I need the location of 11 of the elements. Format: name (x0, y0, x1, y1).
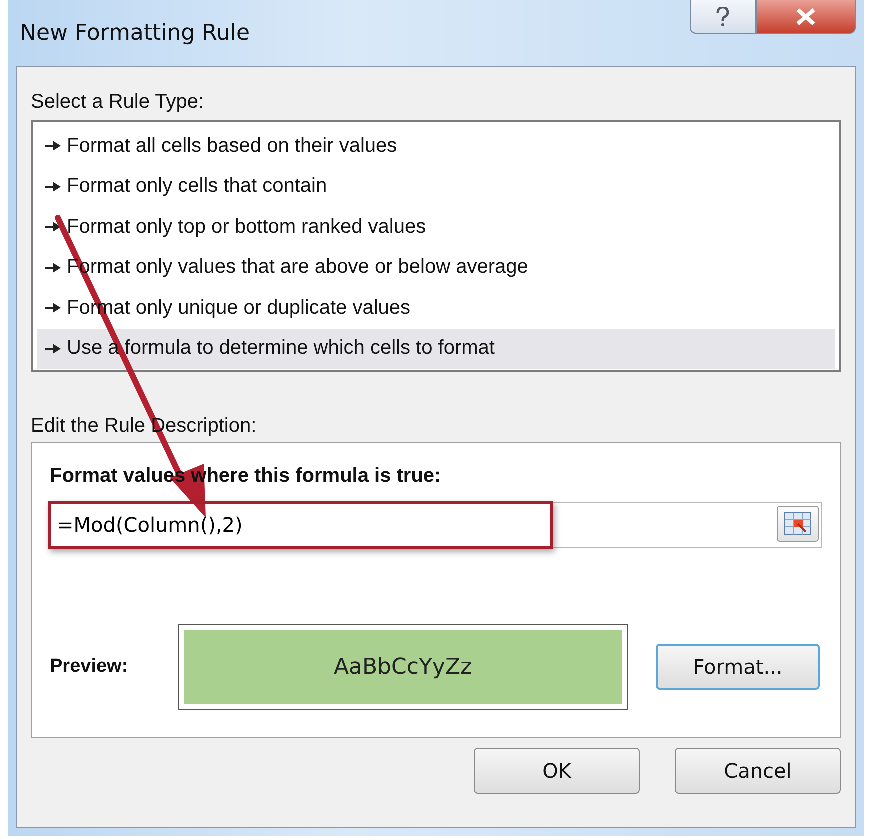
rule-type-item[interactable]: Format only cells that contain (37, 166, 835, 207)
preview-text: AaBbCcYyZz (334, 654, 472, 680)
format-button[interactable]: Format... (656, 644, 820, 690)
cancel-button[interactable]: Cancel (675, 748, 841, 794)
preview-label: Preview: (50, 656, 130, 678)
window-title: New Formatting Rule (20, 20, 250, 46)
section-label: Select a Rule Type: (31, 91, 206, 114)
rule-type-item[interactable]: Format all cells based on their values (37, 126, 835, 166)
rule-type-item[interactable]: Format only top or bottom ranked values (37, 207, 835, 248)
ok-button[interactable]: OK (474, 748, 640, 794)
formula-field[interactable]: =Mod(Column(),2) (50, 502, 822, 548)
